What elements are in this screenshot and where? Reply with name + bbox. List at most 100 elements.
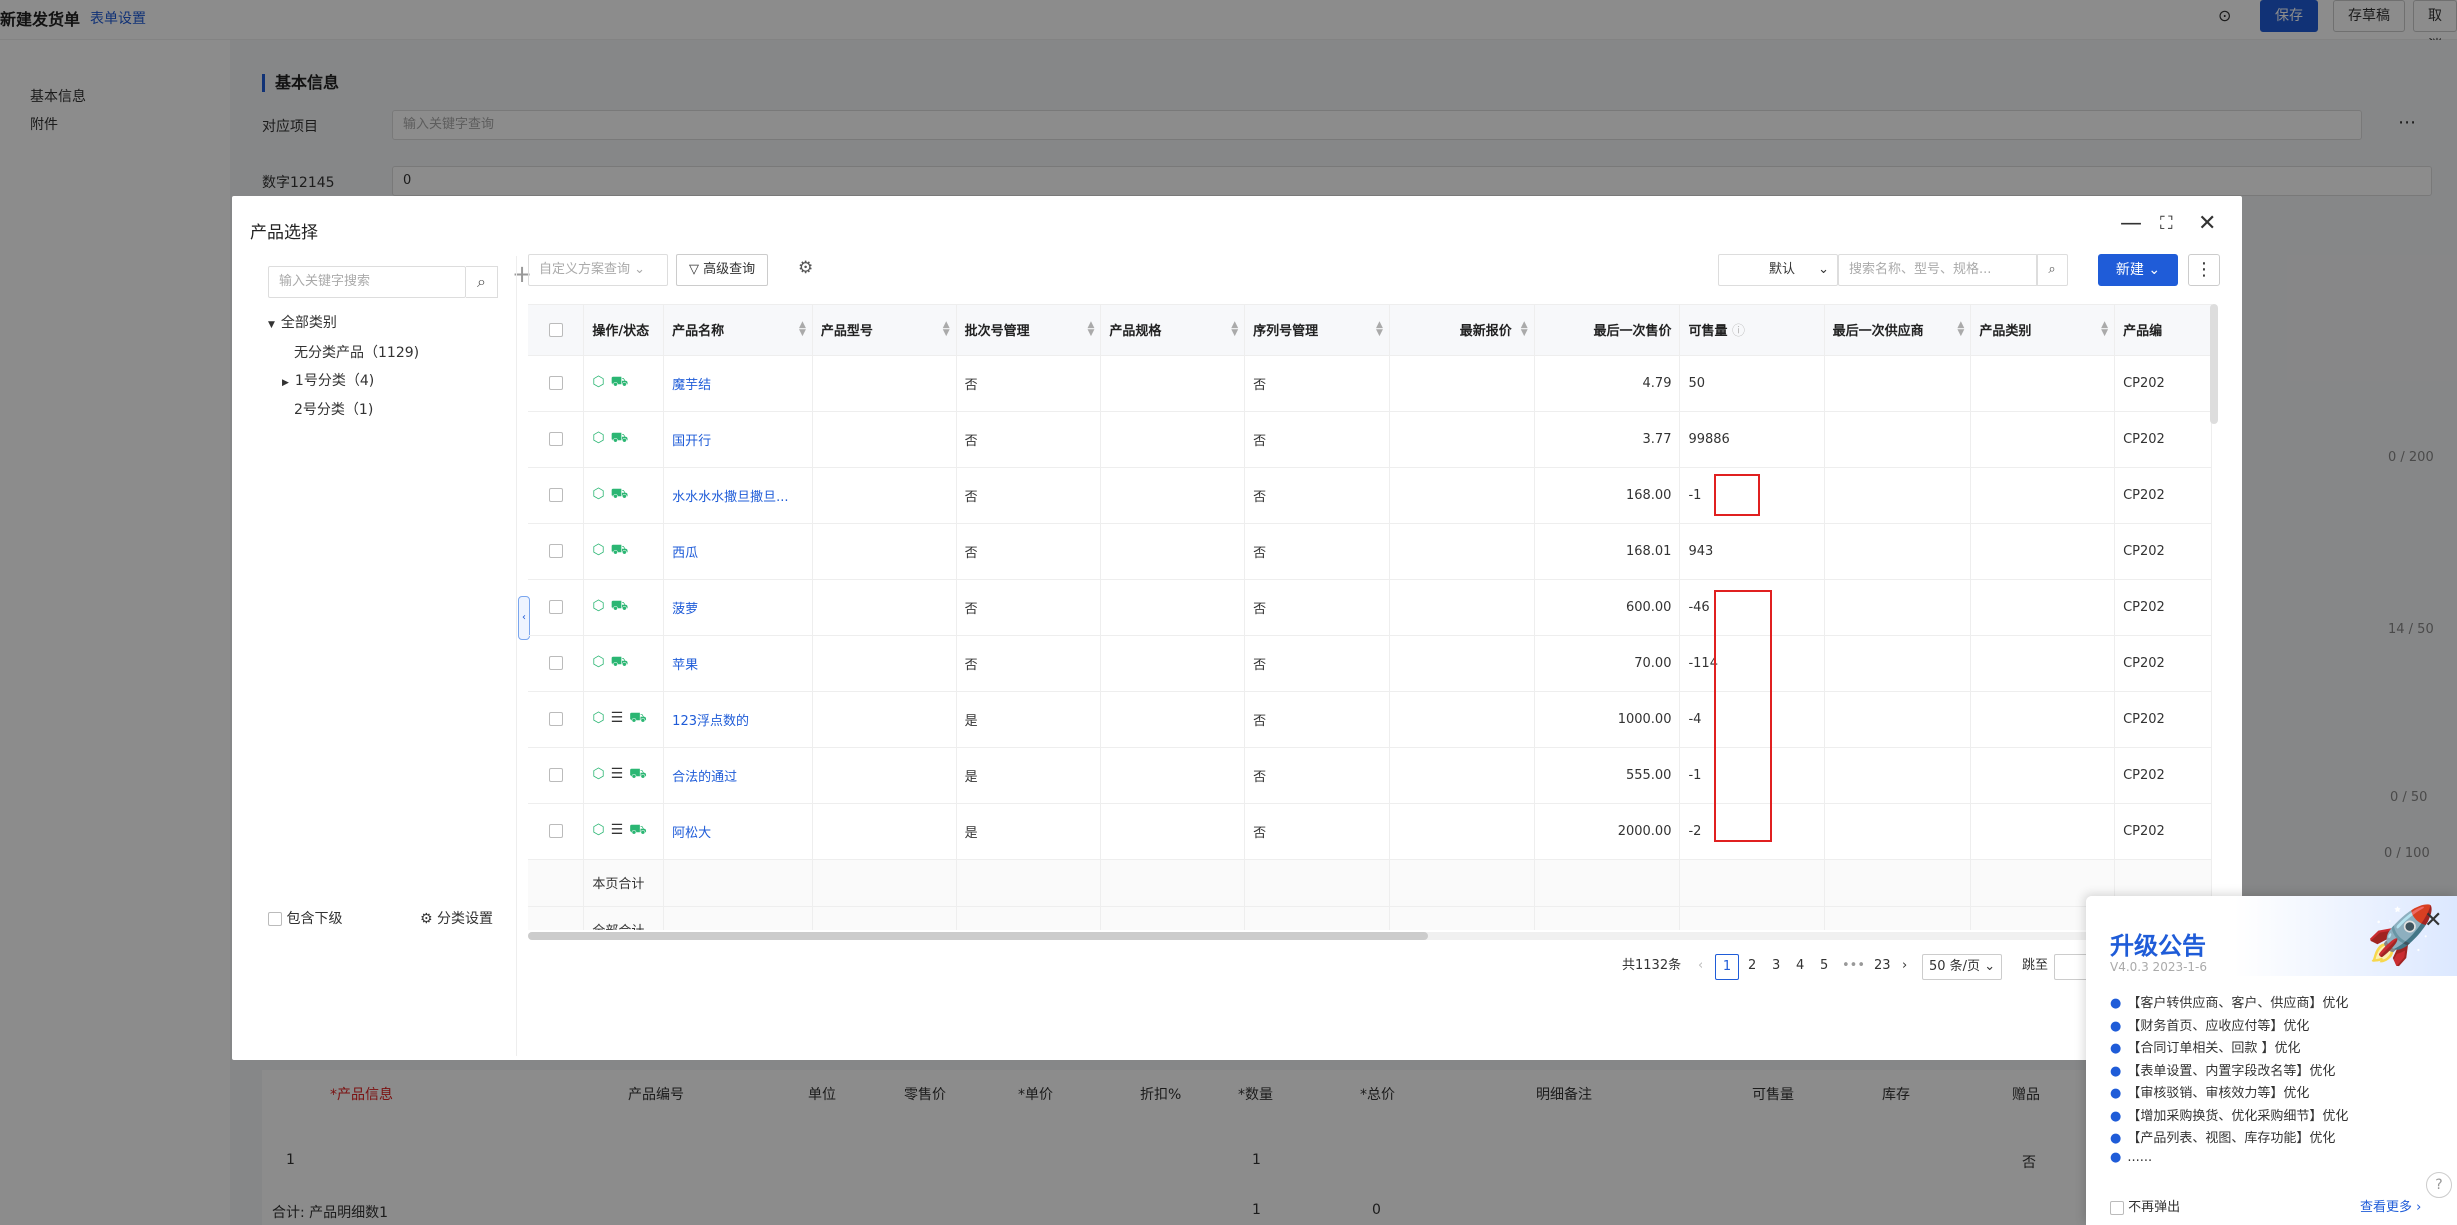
row-checkbox[interactable] <box>548 600 563 614</box>
page-5[interactable]: 5 <box>1820 954 1828 980</box>
row-select-cell[interactable] <box>528 467 585 524</box>
product-search-input[interactable]: 搜索名称、型号、规格... <box>1838 254 2038 286</box>
new-product-button[interactable]: 新建 ⌄ <box>2098 254 2178 286</box>
page-1[interactable]: 1 <box>1715 954 1739 980</box>
sort-icon[interactable]: ▲ ▼ <box>799 321 806 338</box>
product-name-link[interactable]: 合法的通过 <box>663 747 813 804</box>
sort-icon[interactable]: ▲ ▼ <box>1957 321 1964 338</box>
truck-icon[interactable]: ⛟ <box>611 430 629 448</box>
select-all-cell[interactable] <box>528 305 585 356</box>
custom-query-select[interactable]: 自定义方案查询 ⌄ <box>528 254 668 286</box>
product-icon[interactable]: ⬡ <box>592 598 604 614</box>
page-ellipsis[interactable]: ••• <box>1842 954 1865 980</box>
product-name-link[interactable]: 魔芋结 <box>663 355 813 412</box>
sort-icon[interactable]: ▲ ▼ <box>1376 321 1383 338</box>
table-row[interactable]: ⬡ ☰ ⛟ 123浮点数的是否 1000.00 -4 CP202 <box>528 691 2212 748</box>
truck-icon[interactable]: ⛟ <box>611 542 629 560</box>
product-icon[interactable]: ⬡ <box>592 374 604 390</box>
page-size-select[interactable]: 50 条/页 ⌄ <box>1922 954 2003 980</box>
sort-select[interactable]: 默认 ⌄ <box>1718 254 1838 286</box>
truck-icon[interactable]: ⛟ <box>629 822 647 840</box>
table-row[interactable]: ⬡ ⛟ 西瓜否否 168.01 943 CP202 <box>528 523 2212 580</box>
search-icon[interactable]: ⌕ <box>2036 254 2068 286</box>
row-checkbox[interactable] <box>548 432 563 446</box>
table-row[interactable]: ⬡ ☰ ⛟ 合法的通过是否 555.00 -1 CP202 <box>528 747 2212 804</box>
sort-icon[interactable]: ▲ ▼ <box>1521 321 1528 338</box>
table-row[interactable]: ⬡ ⛟ 苹果否否 70.00 -114 CP202 <box>528 635 2212 692</box>
close-icon[interactable]: ✕ <box>2198 212 2216 236</box>
row-select-cell[interactable] <box>528 523 585 580</box>
sort-icon[interactable]: ▲ ▼ <box>2101 321 2108 338</box>
truck-icon[interactable]: ⛟ <box>629 766 647 784</box>
product-icon[interactable]: ⬡ <box>592 486 604 502</box>
product-name-link[interactable]: 水水水水撒旦撒旦... <box>663 467 813 524</box>
vertical-scrollbar[interactable] <box>2210 304 2218 424</box>
more-vertical-icon[interactable]: ⋮ <box>2188 254 2220 286</box>
product-icon[interactable]: ⬡ <box>592 822 604 838</box>
product-name-link[interactable]: 阿松大 <box>663 803 813 860</box>
sort-icon[interactable]: ▲ ▼ <box>1087 321 1094 338</box>
row-select-cell[interactable] <box>528 355 585 412</box>
table-row[interactable]: ⬡ ⛟ 水水水水撒旦撒旦... 否否 168.00 -1 CP202 <box>528 467 2212 524</box>
product-name-link[interactable]: 国开行 <box>663 411 813 468</box>
row-select-cell[interactable] <box>528 691 585 748</box>
row-checkbox[interactable] <box>548 488 563 502</box>
no-popup-checkbox[interactable]: 不再弹出 <box>2110 1196 2180 1215</box>
table-row[interactable]: ⬡ ☰ ⛟ 阿松大是否 2000.00 -2 CP202 <box>528 803 2212 860</box>
category-settings-button[interactable]: ⚙ 分类设置 <box>420 908 493 928</box>
row-checkbox[interactable] <box>548 824 563 838</box>
tree-item-category-1[interactable]: ▶ 1号分类（4) <box>282 370 374 390</box>
see-more-link[interactable]: 查看更多 › <box>2360 1196 2421 1215</box>
row-checkbox[interactable] <box>548 656 563 670</box>
select-all-checkbox[interactable] <box>548 322 563 337</box>
table-row[interactable]: ⬡ ⛟ 国开行否否 3.77 99886 CP202 <box>528 411 2212 468</box>
col-header-last-supplier[interactable]: 最后一次供应商 ▲ ▼ <box>1824 305 1972 356</box>
help-icon[interactable]: ⓘ <box>1732 324 1745 339</box>
settings-gear-icon[interactable]: ⚙ <box>798 258 813 278</box>
sort-icon[interactable]: ▲ ▼ <box>943 321 950 338</box>
prev-page-icon[interactable]: ‹ <box>1698 954 1703 980</box>
product-icon[interactable]: ⬡ <box>592 542 604 558</box>
col-header-model[interactable]: 产品型号 ▲ ▼ <box>812 305 957 356</box>
product-name-link[interactable]: 菠萝 <box>663 579 813 636</box>
page-4[interactable]: 4 <box>1796 954 1804 980</box>
page-23[interactable]: 23 <box>1874 954 1891 980</box>
row-select-cell[interactable] <box>528 635 585 692</box>
truck-icon[interactable]: ⛟ <box>611 654 629 672</box>
product-icon[interactable]: ⬡ <box>592 654 604 670</box>
search-icon[interactable]: ⌕ <box>466 266 498 298</box>
checkbox[interactable] <box>2110 1200 2124 1215</box>
tree-item-category-2[interactable]: 2号分类（1) <box>294 399 373 419</box>
include-sub-checkbox[interactable]: 包含下级 <box>268 908 342 928</box>
list-icon[interactable]: ☰ <box>611 766 624 782</box>
row-select-cell[interactable] <box>528 579 585 636</box>
row-checkbox[interactable] <box>548 544 563 558</box>
truck-icon[interactable]: ⛟ <box>611 374 629 392</box>
product-icon[interactable]: ⬡ <box>592 430 604 446</box>
row-checkbox[interactable] <box>548 712 563 726</box>
list-icon[interactable]: ☰ <box>611 822 624 838</box>
table-row[interactable]: ⬡ ⛟ 菠萝否否 600.00 -46 CP202 <box>528 579 2212 636</box>
tree-item-uncategorized[interactable]: 无分类产品（1129) <box>294 342 419 362</box>
checkbox[interactable] <box>268 912 282 926</box>
row-checkbox[interactable] <box>548 376 563 390</box>
truck-icon[interactable]: ⛟ <box>611 598 629 616</box>
row-select-cell[interactable] <box>528 747 585 804</box>
advanced-query-button[interactable]: ▽ 高级查询 <box>676 254 769 286</box>
tree-root[interactable]: ▼ 全部类别 <box>268 312 337 332</box>
truck-icon[interactable]: ⛟ <box>629 710 647 728</box>
close-icon[interactable]: ✕ <box>2424 908 2442 933</box>
product-icon[interactable]: ⬡ <box>592 710 604 726</box>
horizontal-scrollbar[interactable] <box>528 932 1428 940</box>
product-name-link[interactable]: 123浮点数的 <box>663 691 813 748</box>
maximize-icon[interactable]: ⛶ <box>2160 212 2173 236</box>
tree-search-input[interactable]: 输入关键字搜索 <box>268 266 466 298</box>
truck-icon[interactable]: ⛟ <box>611 486 629 504</box>
sort-icon[interactable]: ▲ ▼ <box>1231 321 1238 338</box>
list-icon[interactable]: ☰ <box>611 710 624 726</box>
product-name-link[interactable]: 苹果 <box>663 635 813 692</box>
col-header-category[interactable]: 产品类别 ▲ ▼ <box>1970 305 2116 356</box>
col-header-serial[interactable]: 序列号管理 ▲ ▼ <box>1244 305 1390 356</box>
col-header-latest-quote[interactable]: 最新报价 ▲ ▼ <box>1389 305 1535 356</box>
row-checkbox[interactable] <box>548 768 563 782</box>
